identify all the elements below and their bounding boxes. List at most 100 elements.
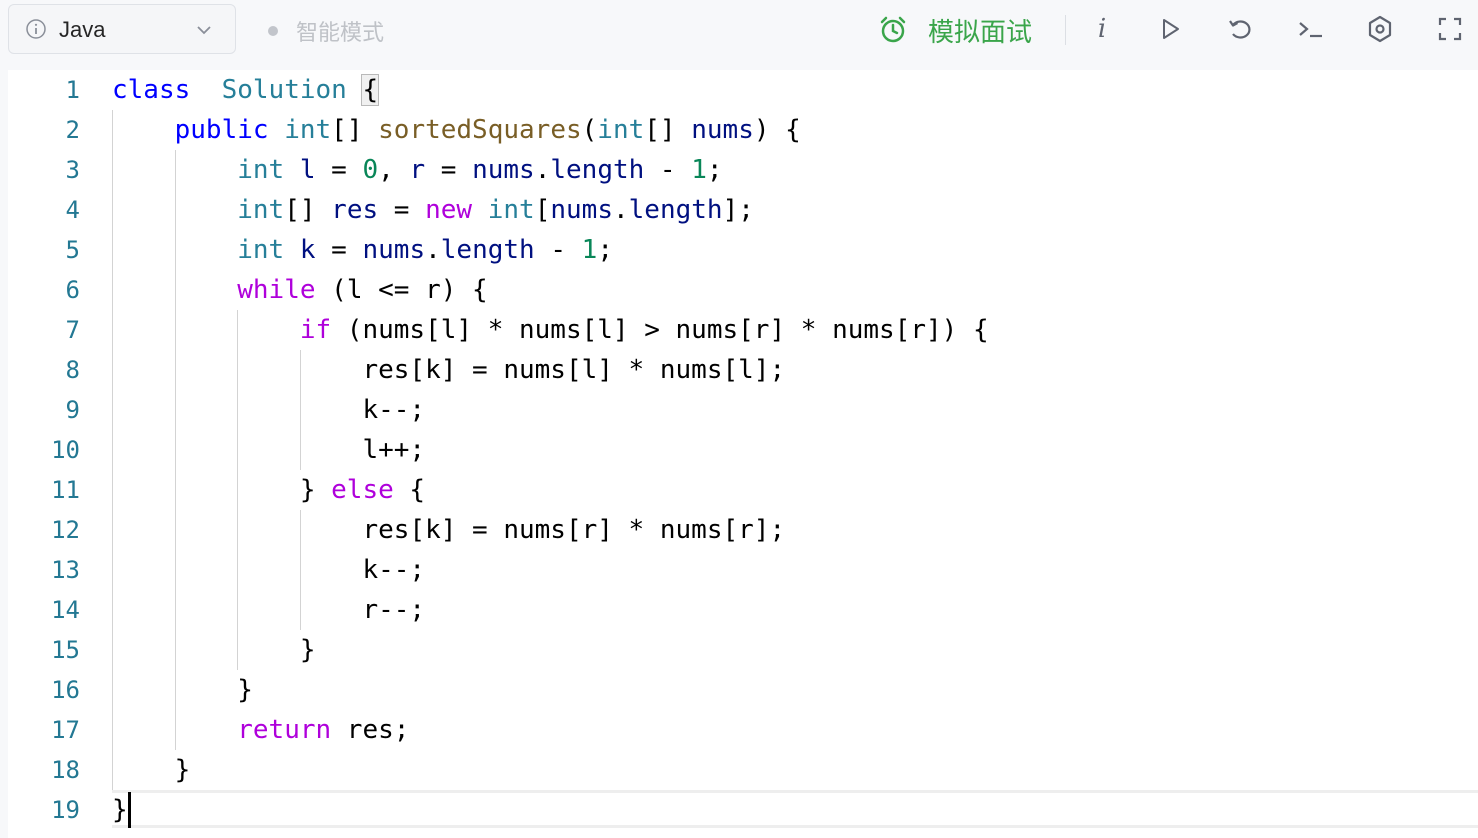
- line-number: 6: [65, 276, 80, 304]
- run-button[interactable]: [1156, 15, 1184, 43]
- line-number: 2: [65, 116, 80, 144]
- code-token: nums: [362, 235, 426, 265]
- code-line: if (nums[l] * nums[l] > nums[r] * nums[r…: [112, 310, 989, 350]
- line-number: 3: [65, 156, 80, 184]
- code-token: ;: [597, 235, 613, 265]
- chevron-down-icon: [197, 26, 211, 35]
- code-token: }: [112, 755, 191, 785]
- code-token: l++;: [112, 435, 426, 465]
- code-token: k--;: [112, 555, 426, 585]
- line-number-gutter: 1 2 3 4 5 6 7 8 9 10 11 12 13 14 15 16 17 18 19: [8, 70, 108, 838]
- code-token: =: [315, 155, 363, 185]
- code-editor[interactable]: 1 2 3 4 5 6 7 8 9 10 11 12 13 14 15 16 17 18 19 class Solu…: [8, 70, 1478, 838]
- code-token: k: [299, 235, 316, 265]
- code-token: res;: [331, 715, 410, 745]
- code-token: []: [331, 115, 379, 145]
- settings-button[interactable]: [1366, 15, 1394, 43]
- mock-interview-button[interactable]: 模拟面试: [878, 12, 1032, 48]
- line-number: 7: [65, 316, 80, 344]
- code-line: public int[] sortedSquares(int[] nums) {: [112, 110, 801, 150]
- smart-mode-toggle[interactable]: 智能模式: [296, 15, 384, 47]
- console-icon: [1299, 22, 1322, 38]
- code-token: int: [237, 155, 285, 185]
- code-line: } else {: [112, 470, 425, 510]
- code-token: [: [534, 195, 551, 225]
- console-button[interactable]: [1296, 15, 1324, 43]
- line-number: 5: [65, 236, 80, 264]
- code-token: 0: [362, 155, 379, 185]
- info-icon: i: [1097, 14, 1107, 44]
- code-token: k--;: [112, 395, 426, 425]
- code-line: int l = 0, r = nums.length - 1;: [112, 150, 722, 190]
- code-line: return res;: [112, 710, 409, 750]
- code-token: []: [644, 115, 692, 145]
- code-token: -: [534, 235, 582, 265]
- code-token: if: [299, 315, 332, 345]
- editor-toolbar: Java 智能模式 模拟面试 i: [0, 0, 1478, 62]
- code-token: ,: [378, 155, 410, 185]
- code-token: =: [425, 155, 473, 185]
- info-button[interactable]: i: [1088, 14, 1116, 44]
- line-number: 15: [51, 636, 80, 664]
- code-token: {: [361, 74, 380, 106]
- line-number: 19: [51, 796, 80, 824]
- code-token: }: [112, 475, 332, 505]
- code-token: length: [628, 195, 723, 225]
- code-token: ];: [722, 195, 754, 225]
- line-number: 13: [51, 556, 80, 584]
- info-circle-icon: [26, 19, 46, 39]
- code-line: k--;: [112, 390, 425, 430]
- code-token: res[k] = nums[r] * nums[r];: [112, 515, 786, 545]
- code-token: int: [597, 115, 645, 145]
- fullscreen-icon: [1438, 17, 1462, 41]
- line-number: 14: [51, 596, 80, 624]
- current-line-highlight: [112, 790, 1478, 828]
- code-token: {: [393, 475, 426, 505]
- code-token: (l <= r) {: [315, 275, 488, 305]
- text-cursor: [128, 792, 131, 828]
- code-line: }: [112, 790, 128, 830]
- code-token: .: [425, 235, 441, 265]
- run-icon: [1163, 19, 1179, 39]
- code-line: l++;: [112, 430, 425, 470]
- code-token: else: [331, 475, 394, 505]
- code-token: res: [331, 195, 379, 225]
- reset-icon: [1229, 20, 1251, 39]
- code-token: int: [237, 235, 285, 265]
- code-token: ) {: [753, 115, 801, 145]
- fullscreen-button[interactable]: [1436, 15, 1464, 43]
- code-token: =: [378, 195, 426, 225]
- code-line: res[k] = nums[l] * nums[l];: [112, 350, 785, 390]
- code-token: (: [581, 115, 598, 145]
- code-token: Solution: [221, 75, 347, 105]
- line-number: 4: [65, 196, 80, 224]
- code-token: public: [174, 115, 269, 145]
- line-number: 8: [65, 356, 80, 384]
- line-number: 11: [51, 476, 80, 504]
- code-token: nums: [550, 195, 613, 225]
- language-select[interactable]: Java: [8, 4, 236, 54]
- code-token: []: [284, 195, 332, 225]
- line-number: 9: [65, 396, 80, 424]
- mode-status-dot: [268, 26, 278, 36]
- code-line: while (l <= r) {: [112, 270, 488, 310]
- code-line: class Solution {: [112, 70, 380, 110]
- reset-button[interactable]: [1226, 15, 1254, 43]
- code-token: }: [112, 675, 253, 705]
- code-token: class: [112, 75, 191, 105]
- alarm-clock-icon: [880, 16, 906, 43]
- code-line: res[k] = nums[r] * nums[r];: [112, 510, 785, 550]
- code-line: int k = nums.length - 1;: [112, 230, 613, 270]
- line-number: 10: [51, 436, 80, 464]
- code-token: 1: [691, 155, 707, 185]
- code-token: r--;: [112, 595, 426, 625]
- code-token: length: [440, 235, 535, 265]
